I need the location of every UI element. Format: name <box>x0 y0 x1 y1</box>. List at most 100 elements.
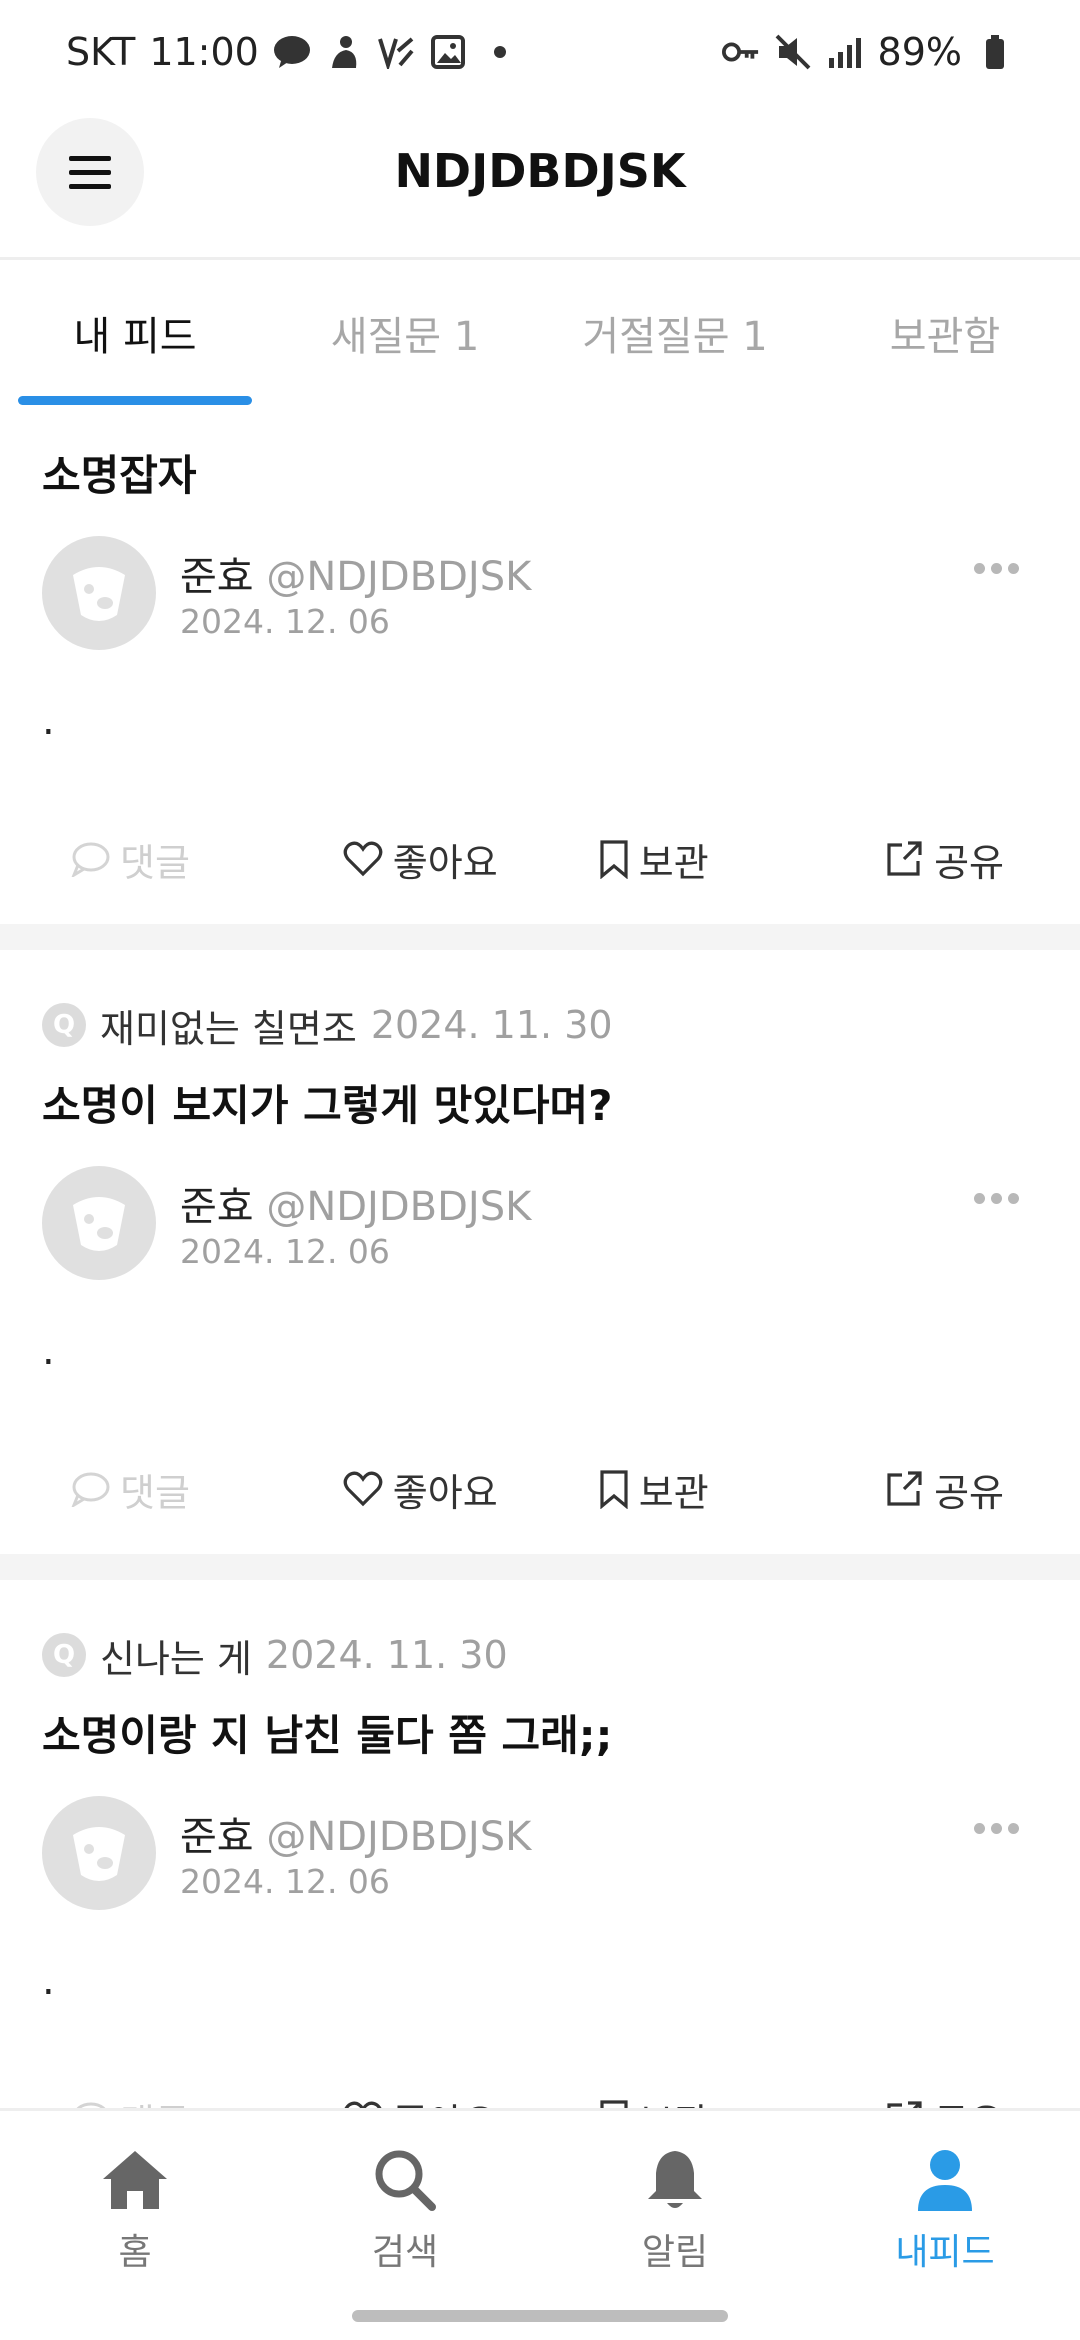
page-title: NDJDBDJSK <box>394 144 686 198</box>
question-text[interactable]: 소명잡자 <box>0 446 1080 506</box>
question-meta: Q 신나는 게 2024. 11. 30 <box>0 1626 1080 1684</box>
heart-icon <box>343 1471 383 1507</box>
nav-search[interactable]: 검색 <box>270 2111 540 2340</box>
feed-card: Q 신나는 게 2024. 11. 30 소명이랑 지 남친 둘다 쫌 그래;;… <box>0 1580 1080 2184</box>
like-label: 좋아요 <box>392 840 498 885</box>
question-date: 2024. 11. 30 <box>370 1003 613 1047</box>
answer-date: 2024. 12. 06 <box>180 602 390 641</box>
more-options-button[interactable] <box>974 558 1024 578</box>
more-options-button[interactable] <box>974 1188 1024 1208</box>
share-icon <box>887 1471 922 1506</box>
talk-icon <box>273 33 311 71</box>
battery-icon <box>976 33 1014 71</box>
bottom-navigation: 홈 검색 알림 내피드 <box>0 2108 1080 2340</box>
image-icon <box>429 33 467 71</box>
feed-list: 소명잡자 준효 @NDJDBDJSK 2024. 12. 06 . 댓글 좋아요 <box>0 406 1080 2184</box>
home-icon <box>103 2151 167 2209</box>
save-button[interactable]: 보관 <box>537 1462 771 1517</box>
carrier: SKT <box>66 30 136 74</box>
answer-author: 준효 @NDJDBDJSK 2024. 12. 06 <box>0 536 1080 696</box>
nav-home-label: 홈 <box>118 2232 152 2273</box>
share-button[interactable]: 공유 <box>771 832 1041 887</box>
card-divider <box>0 924 1080 950</box>
author-name[interactable]: 준효 <box>180 1184 254 1230</box>
tab-rejected-questions[interactable]: 거절질문 1 <box>540 260 810 406</box>
question-text[interactable]: 소명이 보지가 그렇게 맛있다며? <box>0 1076 1080 1136</box>
avatar[interactable] <box>42 1166 156 1280</box>
nav-home[interactable]: 홈 <box>0 2111 270 2340</box>
author-name[interactable]: 준효 <box>180 554 254 600</box>
dot-icon <box>481 33 519 71</box>
comment-icon <box>71 842 110 877</box>
save-label: 보관 <box>638 840 709 885</box>
home-indicator[interactable] <box>352 2310 728 2322</box>
feed-card: 소명잡자 준효 @NDJDBDJSK 2024. 12. 06 . 댓글 좋아요 <box>0 406 1080 924</box>
default-avatar-icon <box>73 567 125 621</box>
vpn-icon <box>377 33 415 71</box>
default-avatar-icon <box>73 1197 125 1251</box>
nav-notifications[interactable]: 알림 <box>540 2111 810 2340</box>
share-label: 공유 <box>934 840 1004 885</box>
search-icon <box>375 2150 436 2211</box>
share-label: 공유 <box>934 1470 1004 1515</box>
share-button[interactable]: 공유 <box>771 1462 1041 1517</box>
like-button[interactable]: 좋아요 <box>304 832 538 887</box>
like-button[interactable]: 좋아요 <box>304 1462 538 1517</box>
nav-my-feed-label: 내피드 <box>895 2232 995 2273</box>
author-name[interactable]: 준효 <box>180 1814 254 1860</box>
share-icon <box>887 841 922 876</box>
card-divider <box>0 1554 1080 1580</box>
nav-my-feed[interactable]: 내피드 <box>810 2111 1080 2340</box>
question-date: 2024. 11. 30 <box>265 1633 508 1677</box>
answer-text: . <box>42 698 55 744</box>
avatar[interactable] <box>42 1796 156 1910</box>
comment-icon <box>71 1472 110 1507</box>
avatar[interactable] <box>42 536 156 650</box>
comment-button[interactable]: 댓글 <box>40 1462 304 1517</box>
author-handle: @NDJDBDJSK <box>266 1814 532 1860</box>
nav-notifications-label: 알림 <box>641 2232 709 2273</box>
answer-author: 준효 @NDJDBDJSK 2024. 12. 06 <box>0 1166 1080 1326</box>
key-icon <box>721 33 760 71</box>
feed-card: Q 재미없는 칠면조 2024. 11. 30 소명이 보지가 그렇게 맛있다며… <box>0 950 1080 1554</box>
more-options-button[interactable] <box>974 1818 1024 1838</box>
feed-tabs: 내 피드 새질문 1 거절질문 1 보관함 <box>0 260 1080 406</box>
question-badge: Q <box>42 1633 86 1677</box>
asker-name: 신나는 게 <box>100 1636 252 1681</box>
answer-date: 2024. 12. 06 <box>180 1232 390 1271</box>
asker-name: 재미없는 칠면조 <box>100 1006 357 1051</box>
bell-icon <box>648 2151 702 2208</box>
mute-icon <box>774 33 812 71</box>
answer-date: 2024. 12. 06 <box>180 1862 390 1901</box>
app-header: NDJDBDJSK <box>0 104 1080 260</box>
author-handle: @NDJDBDJSK <box>266 554 532 600</box>
author-handle: @NDJDBDJSK <box>266 1184 532 1230</box>
question-badge: Q <box>42 1003 86 1047</box>
save-button[interactable]: 보관 <box>537 832 771 887</box>
bookmark-icon <box>600 1470 628 1509</box>
save-label: 보관 <box>638 1470 709 1515</box>
question-meta: Q 재미없는 칠면조 2024. 11. 30 <box>0 996 1080 1054</box>
action-bar: 댓글 좋아요 보관 공유 <box>0 794 1080 924</box>
active-tab-indicator <box>18 396 252 405</box>
comment-label: 댓글 <box>120 840 190 885</box>
clock: 11:00 <box>149 30 259 74</box>
bookmark-icon <box>600 840 628 879</box>
answer-author: 준효 @NDJDBDJSK 2024. 12. 06 <box>0 1796 1080 1956</box>
tab-archive[interactable]: 보관함 <box>810 260 1080 406</box>
tab-new-questions[interactable]: 새질문 1 <box>270 260 540 406</box>
answer-text: . <box>42 1958 55 2004</box>
comment-label: 댓글 <box>120 1470 190 1515</box>
battery-level: 89% <box>877 30 962 74</box>
person-icon <box>918 2150 972 2211</box>
action-bar: 댓글 좋아요 보관 공유 <box>0 1424 1080 1554</box>
heart-icon <box>343 841 383 877</box>
figure-icon <box>325 33 363 71</box>
comment-button[interactable]: 댓글 <box>40 832 304 887</box>
question-text[interactable]: 소명이랑 지 남친 둘다 쫌 그래;; <box>0 1706 1080 1766</box>
tab-my-feed[interactable]: 내 피드 <box>0 260 270 406</box>
like-label: 좋아요 <box>392 1470 498 1515</box>
answer-text: . <box>42 1328 55 1374</box>
signal-icon <box>826 33 864 71</box>
status-bar: SKT 11:00 89% <box>0 0 1080 104</box>
